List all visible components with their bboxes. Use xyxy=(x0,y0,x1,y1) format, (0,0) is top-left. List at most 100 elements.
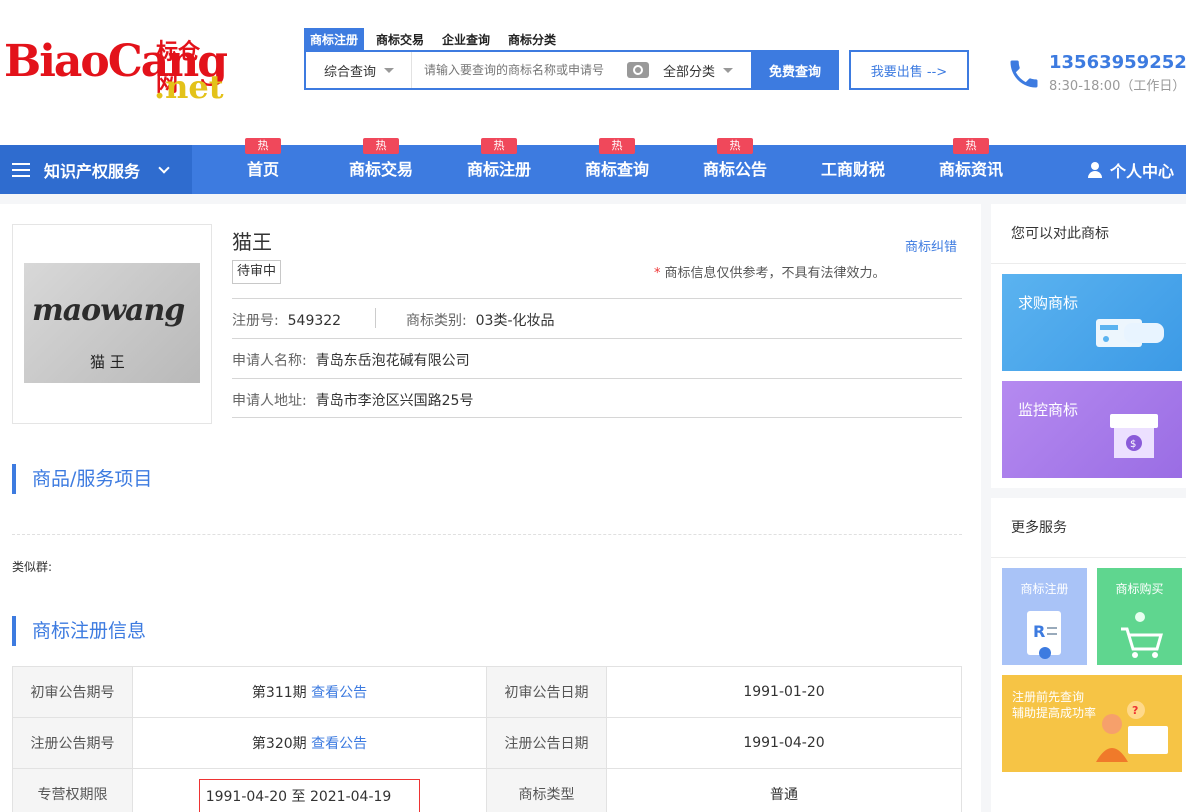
category-label: 全部分类 xyxy=(663,64,716,80)
divider xyxy=(12,534,962,535)
table-cell: 1991-04-20 至 2021-04-19 xyxy=(132,768,487,812)
nav-label: 商标资讯 xyxy=(938,160,1003,179)
divider xyxy=(991,488,1186,498)
hot-badge: 热 xyxy=(481,138,517,154)
trademark-image-frame: maowang 猫 王 xyxy=(12,224,212,424)
nav-label: 商标查询 xyxy=(584,160,649,179)
trademark-correction-link[interactable]: 商标纠错 xyxy=(905,236,957,255)
caret-down-icon xyxy=(723,67,734,73)
table-header-cell: 专营权期限 xyxy=(12,768,133,812)
cell-value: 第311期 xyxy=(251,685,307,701)
svg-text:R: R xyxy=(1033,622,1045,641)
registration-info-table: 初审公告期号 第311期 查看公告 初审公告日期 1991-01-20 注册公告… xyxy=(12,666,962,812)
exclusive-right-period-highlight: 1991-04-20 至 2021-04-19 xyxy=(198,779,421,812)
class-label: 商标类别: xyxy=(406,313,467,329)
customer-service-icon: ? xyxy=(1096,701,1168,762)
nav-label: 首页 xyxy=(246,160,279,179)
monitor-trademark-banner[interactable]: 监控商标 $ xyxy=(1002,381,1182,478)
hot-badge: 热 xyxy=(599,138,635,154)
user-center-label: 个人中心 xyxy=(1110,161,1175,181)
required-star: * xyxy=(654,266,661,281)
trademark-image-wordmark: maowang xyxy=(32,293,185,328)
table-header-cell: 注册公告期号 xyxy=(12,717,133,769)
table-header-cell: 初审公告期号 xyxy=(12,666,133,718)
hot-badge: 热 xyxy=(717,138,753,154)
shopping-cart-icon xyxy=(1120,612,1163,658)
table-row: 注册公告期号 第320期 查看公告 注册公告日期 1991-04-20 xyxy=(12,717,962,769)
nav-item-finance-tax[interactable]: 工商财税 xyxy=(798,145,908,194)
table-header-cell: 初审公告日期 xyxy=(486,666,607,718)
search-tabs: 商标注册 商标交易 企业查询 商标分类 xyxy=(304,28,568,50)
tab-trademark-register[interactable]: 商标注册 xyxy=(304,28,365,50)
reg-no-value: 549322 xyxy=(287,313,342,329)
table-row: 初审公告期号 第311期 查看公告 初审公告日期 1991-01-20 xyxy=(12,666,962,718)
registration-info-title: 商标注册信息 xyxy=(12,616,146,646)
monitor-trademark-label: 监控商标 xyxy=(1018,401,1079,419)
trademark-image[interactable]: maowang 猫 王 xyxy=(24,263,200,383)
phone-number: 13563959252 xyxy=(1049,52,1186,73)
class-row: 商标类别: 03类-化妆品 xyxy=(406,310,555,330)
compare-title: 您可以对此商标 xyxy=(991,204,1186,264)
nav-item-home[interactable]: 热 首页 xyxy=(208,138,318,194)
nav-label: 工商财税 xyxy=(820,160,885,179)
user-center-link[interactable]: 个人中心 xyxy=(1088,145,1174,194)
tab-trademark-class[interactable]: 商标分类 xyxy=(502,28,562,50)
divider xyxy=(232,417,962,418)
table-cell: 第320期 查看公告 xyxy=(132,717,487,769)
category-select[interactable]: 全部分类 xyxy=(663,61,743,80)
chevron-down-icon xyxy=(158,161,170,174)
nav-item-register[interactable]: 热 商标注册 xyxy=(444,138,554,194)
site-logo[interactable]: BiaoCang 标仓网 .net xyxy=(4,28,228,108)
goods-services-title: 商品/服务项目 xyxy=(12,464,152,494)
view-announcement-link[interactable]: 查看公告 xyxy=(311,736,367,752)
service-register-label: 商标注册 xyxy=(1020,582,1069,596)
nav-item-announcement[interactable]: 热 商标公告 xyxy=(680,138,790,194)
svg-text:$: $ xyxy=(1130,439,1136,450)
phone-hours: 8:30-18:00（工作日） xyxy=(1049,79,1186,94)
caret-down-icon xyxy=(384,67,395,73)
divider xyxy=(232,338,962,339)
class-value: 03类-化妆品 xyxy=(475,313,555,329)
applicant-row: 申请人名称: 青岛东岳泡花碱有限公司 xyxy=(232,350,470,370)
trademark-name: 猫王 xyxy=(232,230,272,254)
menu-icon xyxy=(12,162,30,177)
service-trademark-buy[interactable]: 商标购买 xyxy=(1097,568,1182,665)
service-pre-register-check[interactable]: 注册前先查询 辅助提高成功率 ? xyxy=(1002,675,1182,772)
ip-services-menu[interactable]: 知识产权服务 xyxy=(0,145,192,194)
address-value: 青岛市李沧区兴国路25号 xyxy=(315,393,474,409)
nav-item-trade[interactable]: 热 商标交易 xyxy=(326,138,436,194)
divider xyxy=(232,298,962,299)
search-type-select[interactable]: 综合查询 xyxy=(306,52,412,88)
hot-badge: 热 xyxy=(953,138,989,154)
handshake-card-icon xyxy=(1096,319,1164,347)
hot-badge: 热 xyxy=(245,138,281,154)
camera-icon[interactable] xyxy=(627,62,649,78)
divider xyxy=(232,378,962,379)
nav-item-query[interactable]: 热 商标查询 xyxy=(562,138,672,194)
tab-company-query[interactable]: 企业查询 xyxy=(436,28,496,50)
view-announcement-link[interactable]: 查看公告 xyxy=(311,685,367,701)
nav-label: 商标交易 xyxy=(348,160,413,179)
hot-badge: 热 xyxy=(363,138,399,154)
status-badge: 待审中 xyxy=(232,260,282,284)
search-input[interactable] xyxy=(412,52,627,88)
address-row: 申请人地址: 青岛市李沧区兴国路25号 xyxy=(232,390,473,410)
sell-trademark-button[interactable]: 我要出售 --> xyxy=(849,50,969,90)
table-cell: 普通 xyxy=(606,768,962,812)
free-search-button[interactable]: 免费查询 xyxy=(751,50,839,90)
table-cell: 第311期 查看公告 xyxy=(132,666,487,718)
site-header: BiaoCang 标仓网 .net 商标注册 商标交易 企业查询 商标分类 综合… xyxy=(0,0,1186,145)
disclaimer-note: * 商标信息仅供参考，不具有法律效力。 xyxy=(654,262,886,281)
ip-services-label: 知识产权服务 xyxy=(44,161,141,181)
applicant-value: 青岛东岳泡花碱有限公司 xyxy=(315,353,470,369)
buy-trademark-banner[interactable]: 求购商标 xyxy=(1002,274,1182,371)
logo-domain: .net xyxy=(154,68,224,106)
tab-trademark-trade[interactable]: 商标交易 xyxy=(370,28,430,50)
table-cell: 1991-04-20 xyxy=(606,717,962,769)
nav-item-news[interactable]: 热 商标资讯 xyxy=(916,138,1026,194)
table-header-cell: 商标类型 xyxy=(486,768,607,812)
service-trademark-register[interactable]: 商标注册 R xyxy=(1002,568,1087,665)
nav-label: 商标注册 xyxy=(466,160,531,179)
cell-value: 第320期 xyxy=(251,736,307,752)
table-row: 专营权期限 1991-04-20 至 2021-04-19 商标类型 普通 xyxy=(12,768,962,812)
